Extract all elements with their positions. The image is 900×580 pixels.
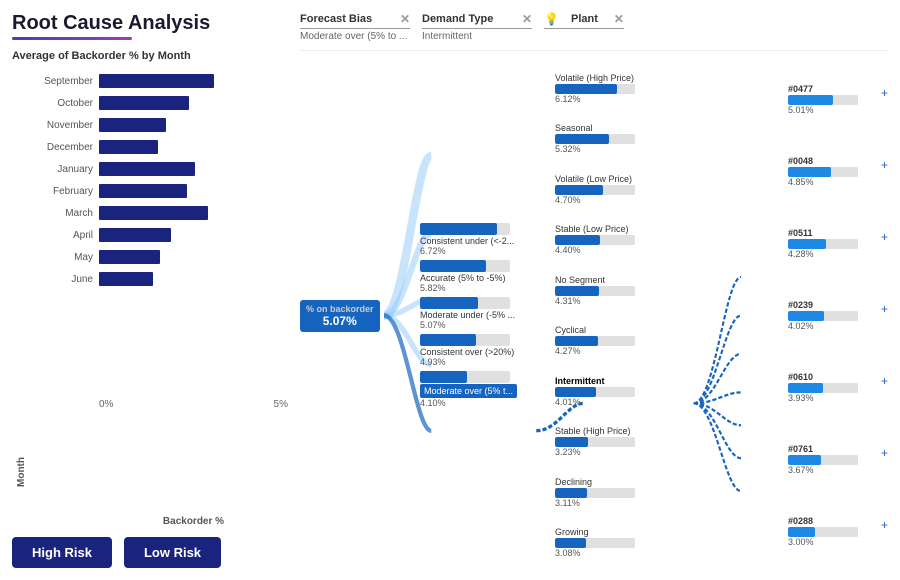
center-node: % on backorder 5.07% <box>300 300 380 332</box>
filter-bar: Forecast Bias ✕ Moderate over (5% to ...… <box>300 12 888 51</box>
demand-type-node: Stable (High Price) 3.23% <box>555 426 655 457</box>
forecast-bias-nodes: Consistent under (<-2... 6.72% Accurate … <box>420 63 517 568</box>
forecast-bias-filter: Forecast Bias ✕ Moderate over (5% to ... <box>300 12 410 42</box>
demand-type-node: Growing 3.08% <box>555 527 655 558</box>
plant-node-expand[interactable]: + <box>881 230 888 244</box>
demand-type-node: Intermittent 4.01% <box>555 376 655 407</box>
bar-row: January <box>28 158 288 180</box>
demand-type-node: Volatile (Low Price) 4.70% <box>555 174 655 205</box>
x-tick-0: 0% <box>99 399 113 410</box>
fc-node: Moderate under (-5% ... 5.07% <box>420 297 517 330</box>
bar-row: November <box>28 114 288 136</box>
y-axis-label: Month <box>16 70 27 487</box>
bar-row: December <box>28 136 288 158</box>
demand-type-label: Demand Type <box>422 13 493 25</box>
plant-filter: 💡 Plant ✕ <box>544 12 624 29</box>
sankey-area: % on backorder 5.07% Consistent under (<… <box>300 63 888 568</box>
plant-label: Plant <box>571 13 598 25</box>
demand-type-value: Intermittent <box>422 31 532 42</box>
bar-row: April <box>28 224 288 246</box>
plant-node-expand[interactable]: + <box>881 374 888 388</box>
bar-row: February <box>28 180 288 202</box>
bar-chart: September October November December Janu… <box>12 70 292 527</box>
fc-node: Accurate (5% to -5%) 5.82% <box>420 260 517 293</box>
bar-row: October <box>28 92 288 114</box>
plant-nodes: #0477 5.01% + #0048 4.85% + #0511 4.28% … <box>788 63 878 568</box>
chart-title: Average of Backorder % by Month <box>12 50 292 62</box>
x-axis-label: Backorder % <box>28 516 288 527</box>
plant-node-expand[interactable]: + <box>881 86 888 100</box>
demand-type-filter: Demand Type ✕ Intermittent <box>422 12 532 42</box>
plant-node: #0511 4.28% + <box>788 228 878 259</box>
plant-icon: 💡 <box>544 12 559 26</box>
page-title: Root Cause Analysis <box>12 12 292 35</box>
title-underline <box>12 37 132 40</box>
x-axis: 0% 5% <box>28 399 288 410</box>
plant-node: #0048 4.85% + <box>788 156 878 187</box>
center-node-value: 5.07% <box>306 314 374 328</box>
fc-node: Consistent over (>20%) 4.93% <box>420 334 517 367</box>
plant-node: #0761 3.67% + <box>788 444 878 475</box>
demand-type-node: Cyclical 4.27% <box>555 325 655 356</box>
plant-node-expand[interactable]: + <box>881 302 888 316</box>
plant-node: #0610 3.93% + <box>788 372 878 403</box>
fc-node: Consistent under (<-2... 6.72% <box>420 223 517 256</box>
bar-row: March <box>28 202 288 224</box>
plant-node: #0477 5.01% + <box>788 84 878 115</box>
plant-node-expand[interactable]: + <box>881 158 888 172</box>
x-tick-5: 5% <box>274 399 288 410</box>
demand-type-node: Seasonal 5.32% <box>555 123 655 154</box>
plant-close[interactable]: ✕ <box>614 12 624 26</box>
demand-type-nodes: Volatile (High Price) 6.12% Seasonal 5.3… <box>555 63 665 568</box>
demand-type-node: Declining 3.11% <box>555 477 655 508</box>
high-risk-button[interactable]: High Risk <box>12 537 112 568</box>
bar-row: June <box>28 268 288 290</box>
demand-type-node: Volatile (High Price) 6.12% <box>555 73 655 104</box>
center-node-label: % on backorder <box>306 304 374 314</box>
demand-type-close[interactable]: ✕ <box>522 12 532 26</box>
forecast-bias-value: Moderate over (5% to ... <box>300 31 410 42</box>
plant-node: #0288 3.00% + <box>788 516 878 547</box>
bar-row: May <box>28 246 288 268</box>
forecast-bias-close[interactable]: ✕ <box>400 12 410 26</box>
low-risk-button[interactable]: Low Risk <box>124 537 221 568</box>
fc-node: Moderate over (5% t... 4.10% <box>420 371 517 408</box>
plant-node-expand[interactable]: + <box>881 446 888 460</box>
left-panel: Root Cause Analysis Average of Backorder… <box>12 12 292 568</box>
demand-type-node: Stable (Low Price) 4.40% <box>555 224 655 255</box>
right-panel: Forecast Bias ✕ Moderate over (5% to ...… <box>300 12 888 568</box>
plant-node: #0239 4.02% + <box>788 300 878 331</box>
risk-buttons: High Risk Low Risk <box>12 537 292 568</box>
demand-type-node: No Segment 4.31% <box>555 275 655 306</box>
plant-node-expand[interactable]: + <box>881 518 888 532</box>
bar-row: September <box>28 70 288 92</box>
forecast-bias-label: Forecast Bias <box>300 13 372 25</box>
